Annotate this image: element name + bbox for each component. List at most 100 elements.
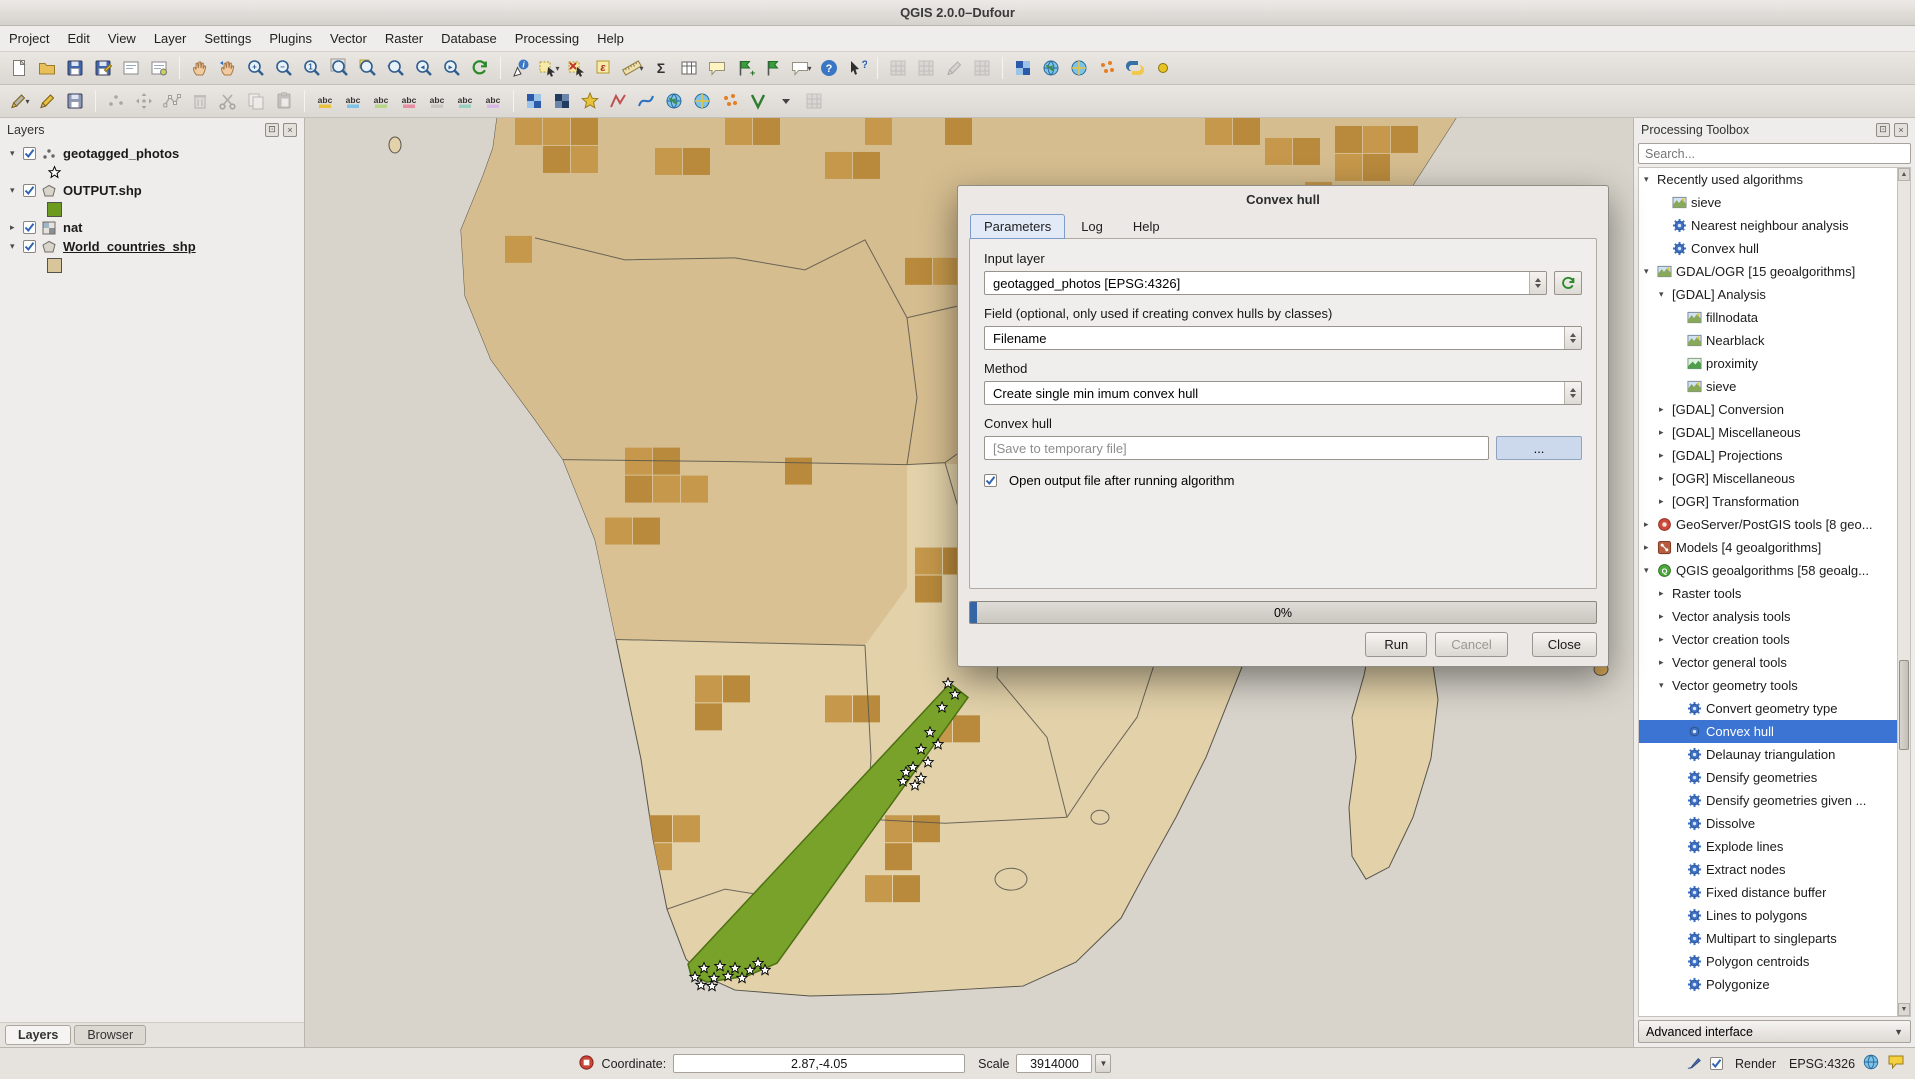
save-layer-edits-icon[interactable]: [62, 88, 88, 114]
toolbox-item-ogr-miscellaneous[interactable]: ▸[OGR] Miscellaneous: [1639, 467, 1910, 490]
toolbox-item-recently-used-algorithms[interactable]: ▾Recently used algorithms: [1639, 168, 1910, 191]
orange-dots-plugin-icon[interactable]: [1094, 55, 1120, 81]
toolbox-item-sieve[interactable]: sieve: [1639, 375, 1910, 398]
menu-settings[interactable]: Settings: [195, 27, 260, 50]
label-move-icon[interactable]: abc: [340, 88, 366, 114]
scale-dropdown-button[interactable]: ▼: [1095, 1054, 1111, 1073]
menu-plugins[interactable]: Plugins: [260, 27, 321, 50]
zoom-last-icon[interactable]: ◂: [411, 55, 437, 81]
dropdown-caret-icon[interactable]: ▾: [639, 64, 643, 73]
collapse-arrow-icon[interactable]: ▾: [10, 148, 23, 159]
label-rotate-icon[interactable]: abc: [368, 88, 394, 114]
toolbox-item-densify-geometries-given[interactable]: Densify geometries given ...: [1639, 789, 1910, 812]
plugin-marker-icon[interactable]: [1150, 55, 1176, 81]
label-properties-icon[interactable]: abc: [480, 88, 506, 114]
layer-item-geotagged-photos[interactable]: ▾geotagged_photos: [0, 144, 304, 163]
tab-log[interactable]: Log: [1067, 214, 1117, 239]
toolbox-item-fillnodata[interactable]: fillnodata: [1639, 306, 1910, 329]
expand-arrow-icon[interactable]: ▸: [1659, 473, 1672, 484]
lines-plugin-icon[interactable]: [605, 88, 631, 114]
refresh-map-icon[interactable]: [467, 55, 493, 81]
toolbox-item-fixed-distance-buffer[interactable]: Fixed distance buffer: [1639, 881, 1910, 904]
expand-arrow-icon[interactable]: ▸: [1659, 611, 1672, 622]
collapse-arrow-icon[interactable]: ▾: [1644, 266, 1657, 277]
toolbox-item-explode-lines[interactable]: Explode lines: [1639, 835, 1910, 858]
save-project-as-icon[interactable]: [90, 55, 116, 81]
expand-arrow-icon[interactable]: ▸: [1659, 450, 1672, 461]
toolbox-item-nearblack[interactable]: Nearblack: [1639, 329, 1910, 352]
toolbox-item-geoserver-postgis-tools-8-geo[interactable]: ▸GeoServer/PostGIS tools [8 geo...: [1639, 513, 1910, 536]
paintbrush-icon[interactable]: [1686, 1054, 1703, 1074]
collapse-arrow-icon[interactable]: ▾: [1644, 565, 1657, 576]
open-output-checkbox[interactable]: [984, 474, 997, 487]
toggle-editing-icon[interactable]: [34, 88, 60, 114]
interface-mode-select[interactable]: Advanced interface ▼: [1638, 1020, 1911, 1043]
dropdown-caret-icon[interactable]: ▾: [555, 64, 559, 73]
save-project-icon[interactable]: [62, 55, 88, 81]
show-bookmarks-icon[interactable]: [760, 55, 786, 81]
coordinate-capture-icon[interactable]: [1066, 55, 1092, 81]
globe-crosshair-icon[interactable]: [689, 88, 715, 114]
select-by-expression-icon[interactable]: ε: [592, 55, 618, 81]
vector-tools-caret[interactable]: [773, 88, 799, 114]
toolbox-item-vector-geometry-tools[interactable]: ▾Vector geometry tools: [1639, 674, 1910, 697]
layer-visibility-checkbox[interactable]: [23, 147, 36, 160]
new-project-icon[interactable]: [6, 55, 32, 81]
toolbox-item-gdal-ogr-15-geoalgorithms[interactable]: ▾GDAL/OGR [15 geoalgorithms]: [1639, 260, 1910, 283]
panel-tab-browser[interactable]: Browser: [74, 1025, 146, 1045]
zoom-in-icon[interactable]: +: [243, 55, 269, 81]
expand-arrow-icon[interactable]: ▸: [1659, 657, 1672, 668]
toolbox-item-sieve[interactable]: sieve: [1639, 191, 1910, 214]
toolbox-item-convex-hull[interactable]: Convex hull: [1639, 720, 1910, 743]
menu-database[interactable]: Database: [432, 27, 506, 50]
toolbox-item-dissolve[interactable]: Dissolve: [1639, 812, 1910, 835]
toolbox-item-gdal-conversion[interactable]: ▸[GDAL] Conversion: [1639, 398, 1910, 421]
toolbox-item-vector-general-tools[interactable]: ▸Vector general tools: [1639, 651, 1910, 674]
checkerboard-dark-icon[interactable]: [549, 88, 575, 114]
map-tips-icon[interactable]: [704, 55, 730, 81]
toolbox-item-qgis-geoalgorithms-58-geoalg[interactable]: ▾QQGIS geoalgorithms [58 geoalg...: [1639, 559, 1910, 582]
expand-arrow-icon[interactable]: ▸: [1659, 427, 1672, 438]
crs-status-icon[interactable]: [1862, 1053, 1880, 1074]
orange-points-icon[interactable]: [717, 88, 743, 114]
stop-rendering-icon[interactable]: [578, 1054, 595, 1074]
toolbox-item-gdal-analysis[interactable]: ▾[GDAL] Analysis: [1639, 283, 1910, 306]
menu-edit[interactable]: Edit: [58, 27, 98, 50]
toolbox-item-gdal-projections[interactable]: ▸[GDAL] Projections: [1639, 444, 1910, 467]
dropdown-caret-icon[interactable]: ▾: [807, 64, 811, 73]
panel-tab-layers[interactable]: Layers: [5, 1025, 71, 1045]
composer-manager-icon[interactable]: [146, 55, 172, 81]
zoom-to-layer-icon[interactable]: [383, 55, 409, 81]
checkerboard-plugin-icon[interactable]: [1010, 55, 1036, 81]
scale-input[interactable]: [1016, 1054, 1092, 1073]
run-button[interactable]: Run: [1365, 632, 1427, 657]
label-pin-icon[interactable]: abc: [396, 88, 422, 114]
expand-arrow-icon[interactable]: ▸: [1659, 588, 1672, 599]
output-file-input[interactable]: [Save to temporary file]: [984, 436, 1489, 460]
toolbox-item-gdal-miscellaneous[interactable]: ▸[GDAL] Miscellaneous: [1639, 421, 1910, 444]
toolbox-item-vector-creation-tools[interactable]: ▸Vector creation tools: [1639, 628, 1910, 651]
expand-arrow-icon[interactable]: ▸: [1659, 496, 1672, 507]
layer-item-world-countries-shp[interactable]: ▾World_countries_shp: [0, 237, 304, 256]
current-edits-icon[interactable]: ▾: [6, 88, 32, 114]
menu-help[interactable]: Help: [588, 27, 633, 50]
curve-plugin-icon[interactable]: [633, 88, 659, 114]
layer-visibility-checkbox[interactable]: [23, 184, 36, 197]
label-show-hide-icon[interactable]: abc: [424, 88, 450, 114]
labeling-icon[interactable]: abc: [312, 88, 338, 114]
tab-parameters[interactable]: Parameters: [970, 214, 1065, 239]
identify-features-icon[interactable]: i: [508, 55, 534, 81]
help-contents-icon[interactable]: ?: [816, 55, 842, 81]
expand-arrow-icon[interactable]: ▸: [1659, 404, 1672, 415]
dock-panel-icon[interactable]: ⊡: [1876, 123, 1890, 137]
toolbox-item-ogr-transformation[interactable]: ▸[OGR] Transformation: [1639, 490, 1910, 513]
toolbox-item-polygon-centroids[interactable]: Polygon centroids: [1639, 950, 1910, 973]
globe-plugin-icon[interactable]: [1038, 55, 1064, 81]
combo-spinner[interactable]: [1529, 272, 1546, 294]
toolbox-item-nearest-neighbour-analysis[interactable]: Nearest neighbour analysis: [1639, 214, 1910, 237]
menu-processing[interactable]: Processing: [506, 27, 588, 50]
close-panel-icon[interactable]: ×: [1894, 123, 1908, 137]
menu-layer[interactable]: Layer: [145, 27, 196, 50]
collapse-arrow-icon[interactable]: ▾: [10, 185, 23, 196]
globe-blue-icon[interactable]: [661, 88, 687, 114]
